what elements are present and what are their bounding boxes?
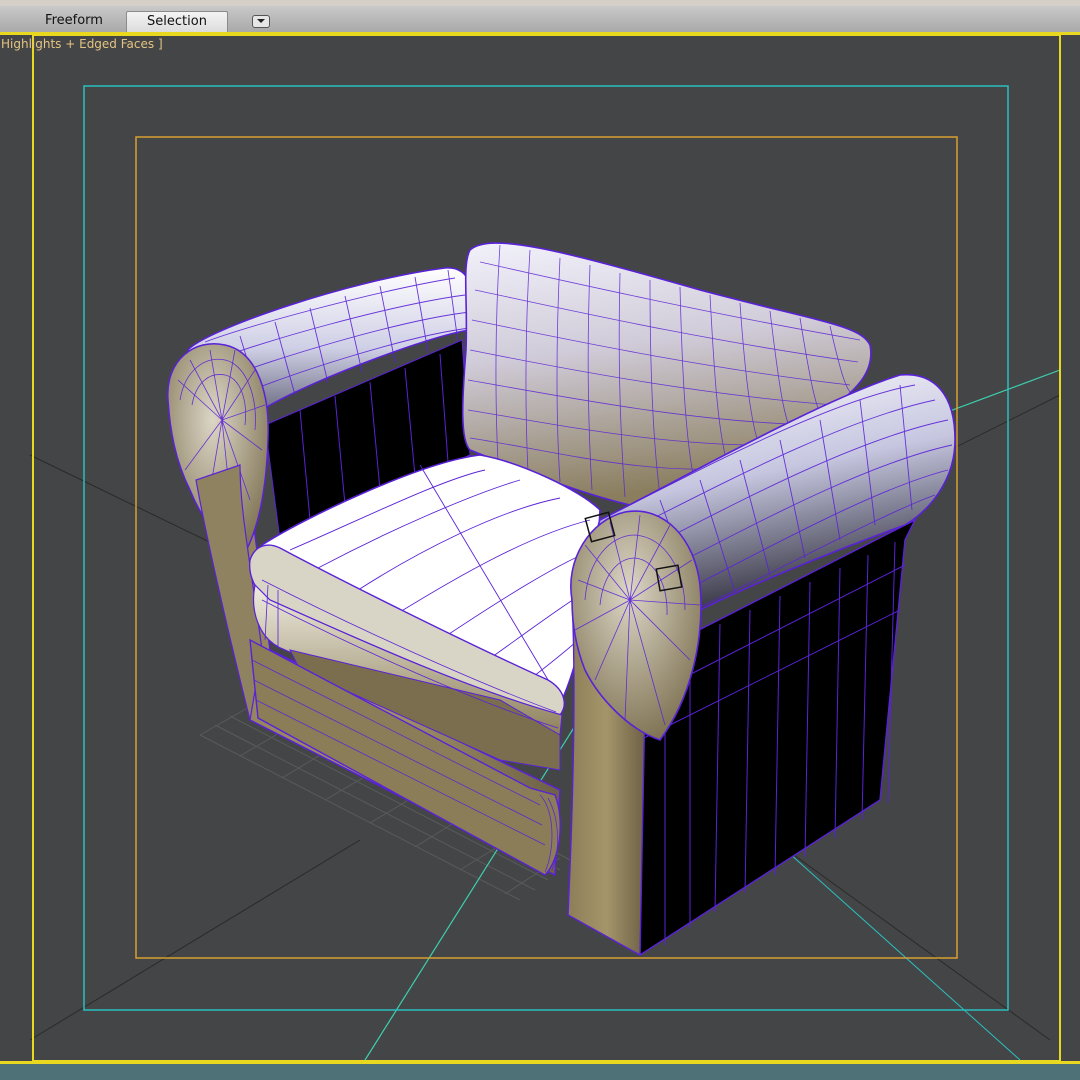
- status-bar: [0, 1064, 1080, 1080]
- viewport-shading-label[interactable]: Highlights + Edged Faces ]: [1, 37, 163, 51]
- armchair-model[interactable]: [167, 242, 956, 957]
- viewport-canvas[interactable]: [0, 0, 1080, 1080]
